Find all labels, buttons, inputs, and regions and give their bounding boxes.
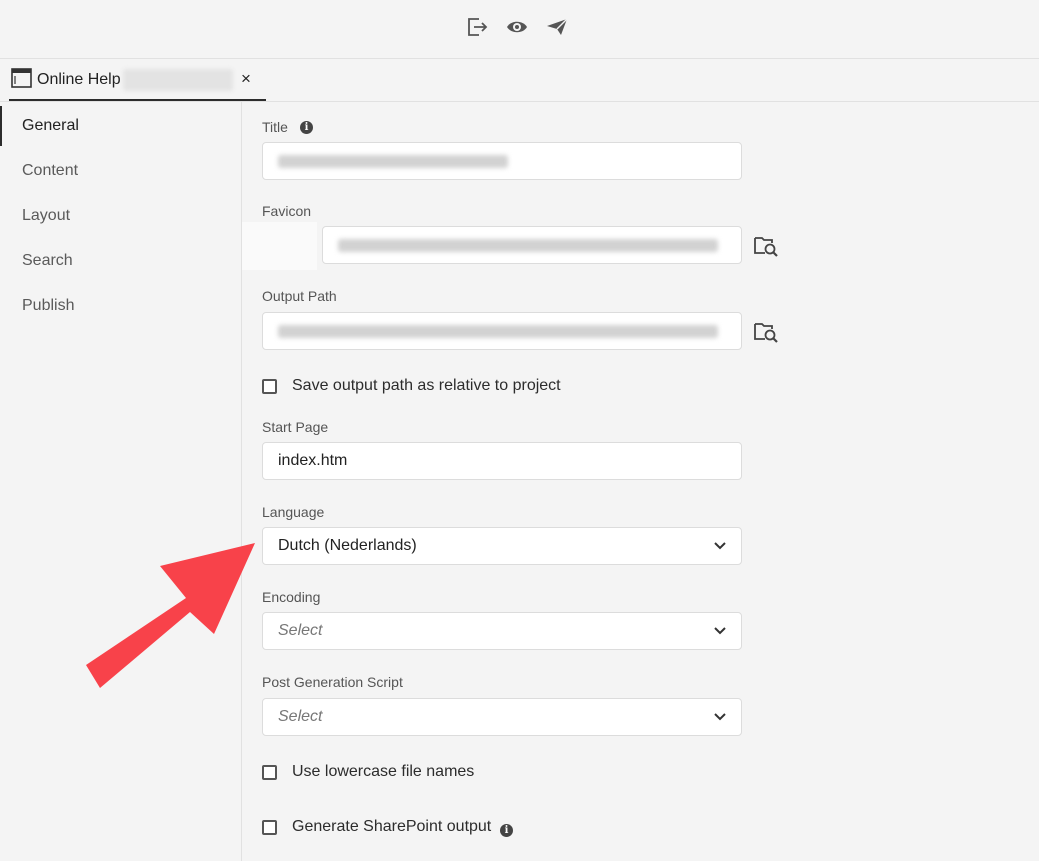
tab-online-help[interactable]: Online Help × [9, 59, 266, 101]
favicon-path-field[interactable] [322, 226, 742, 264]
lowercase-filenames-checkbox[interactable]: Use lowercase file names [262, 763, 502, 785]
checkbox-label: Generate SharePoint output [292, 818, 492, 835]
tab-title: Online Help [37, 71, 121, 88]
sidebar-item-label: General [22, 117, 79, 134]
checkbox-label: Use lowercase file names [292, 763, 475, 780]
encoding-label: Encoding [262, 589, 321, 605]
favicon-path-redacted [338, 239, 718, 252]
chevron-down-icon [713, 710, 727, 729]
sidebar-item-search[interactable]: Search [0, 239, 241, 283]
start-page-value: index.htm [278, 452, 348, 469]
checkbox-label: Save output path as relative to project [292, 377, 561, 394]
export-icon[interactable] [464, 14, 490, 40]
output-path-redacted [278, 325, 718, 338]
tab-title-redacted [123, 69, 233, 91]
title-field[interactable] [262, 142, 742, 180]
chevron-down-icon [713, 539, 727, 558]
top-toolbar [0, 0, 1039, 59]
post-script-label: Post Generation Script [262, 674, 403, 690]
sidebar-item-label: Publish [22, 297, 75, 314]
close-icon[interactable]: × [241, 69, 251, 89]
output-path-field[interactable] [262, 312, 742, 350]
post-script-select[interactable]: Select [262, 698, 742, 736]
sidebar-item-layout[interactable]: Layout [0, 194, 241, 238]
sidebar-item-publish[interactable]: Publish [0, 284, 241, 328]
post-script-placeholder: Select [278, 708, 323, 725]
browse-folder-icon[interactable] [754, 320, 780, 344]
tab-bar: Online Help × [0, 59, 1039, 102]
start-page-field[interactable]: index.htm [262, 442, 742, 480]
language-value: Dutch (Nederlands) [278, 537, 417, 554]
output-path-label: Output Path [262, 288, 337, 304]
chevron-down-icon [713, 624, 727, 643]
window-icon [11, 68, 32, 93]
sidebar-item-label: Layout [22, 207, 71, 224]
sidebar-item-label: Content [22, 162, 79, 179]
sharepoint-output-checkbox[interactable]: Generate SharePoint output [262, 818, 492, 840]
sidebar-item-general[interactable]: General [0, 104, 241, 148]
title-value-redacted [278, 155, 508, 168]
checkbox-box[interactable] [262, 820, 277, 835]
info-icon[interactable]: i [300, 121, 313, 134]
general-settings-panel: Title i Favicon Output Path Save output … [242, 102, 1039, 861]
language-select[interactable]: Dutch (Nederlands) [262, 527, 742, 565]
encoding-select[interactable]: Select [262, 612, 742, 650]
info-icon[interactable]: i [500, 824, 513, 837]
publish-send-icon[interactable] [544, 14, 570, 40]
encoding-placeholder: Select [278, 622, 323, 639]
relative-path-checkbox[interactable]: Save output path as relative to project [262, 377, 582, 399]
preview-icon[interactable] [504, 14, 530, 40]
browse-folder-icon[interactable] [754, 234, 780, 258]
title-label: Title [262, 119, 288, 135]
start-page-label: Start Page [262, 419, 329, 435]
settings-sidebar: General Content Layout Search Publish [0, 102, 242, 861]
sidebar-item-content[interactable]: Content [0, 149, 241, 193]
favicon-preview [242, 222, 317, 270]
language-label: Language [262, 504, 325, 520]
sidebar-item-label: Search [22, 252, 73, 269]
favicon-label: Favicon [262, 203, 312, 219]
checkbox-box[interactable] [262, 379, 277, 394]
checkbox-box[interactable] [262, 765, 277, 780]
